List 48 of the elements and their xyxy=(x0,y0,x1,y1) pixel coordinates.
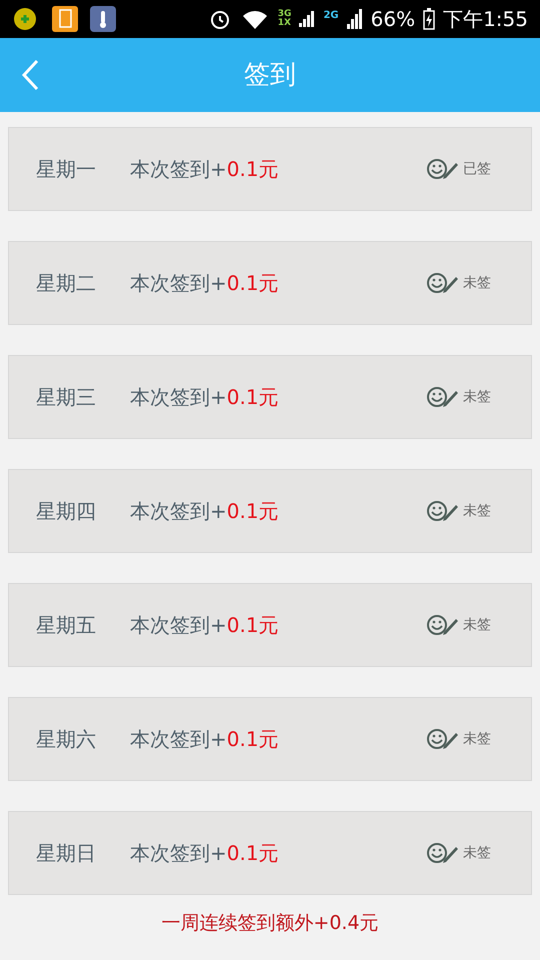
smiley-pencil-icon xyxy=(427,386,459,408)
reward-text: 本次签到+0.1元 xyxy=(130,612,279,639)
checkin-row[interactable]: 星期二 本次签到+0.1元 未签 xyxy=(8,241,532,325)
status-label: 未签 xyxy=(463,730,491,748)
thermometer-icon xyxy=(90,6,116,32)
day-label: 星期二 xyxy=(36,270,97,297)
checkin-row[interactable]: 星期六 本次签到+0.1元 未签 xyxy=(8,697,532,781)
day-label: 星期三 xyxy=(36,384,97,411)
signal-icon xyxy=(346,9,363,29)
back-icon xyxy=(21,59,39,91)
reward-text: 本次签到+0.1元 xyxy=(130,270,279,297)
network-label: 3G xyxy=(278,10,292,19)
network-label: 1X xyxy=(278,19,292,28)
checkin-row[interactable]: 星期四 本次签到+0.1元 未签 xyxy=(8,469,532,553)
status-label: 已签 xyxy=(463,160,491,178)
day-label: 星期六 xyxy=(36,726,97,753)
clock: 下午1:55 xyxy=(443,6,528,33)
day-label: 星期日 xyxy=(36,840,97,867)
smiley-pencil-icon xyxy=(427,842,459,864)
checkin-row[interactable]: 星期一 本次签到+0.1元 已签 xyxy=(8,127,532,211)
reward-text: 本次签到+0.1元 xyxy=(130,384,279,411)
reward-text: 本次签到+0.1元 xyxy=(130,156,279,183)
day-label: 星期四 xyxy=(36,498,97,525)
reward-text: 本次签到+0.1元 xyxy=(130,840,279,867)
battery-icon xyxy=(423,8,436,30)
network-label: 2G xyxy=(323,9,339,23)
smiley-pencil-icon xyxy=(427,500,459,522)
smiley-pencil-icon xyxy=(427,614,459,636)
status-label: 未签 xyxy=(463,274,491,292)
bonus-note: 一周连续签到额外+0.4元 xyxy=(161,911,379,936)
smiley-pencil-icon xyxy=(427,158,459,180)
checkin-row[interactable]: 星期三 本次签到+0.1元 未签 xyxy=(8,355,532,439)
signal-icon xyxy=(299,11,316,27)
reward-text: 本次签到+0.1元 xyxy=(130,498,279,525)
day-label: 星期五 xyxy=(36,612,97,639)
reward-text: 本次签到+0.1元 xyxy=(130,726,279,753)
status-label: 未签 xyxy=(463,616,491,634)
day-label: 星期一 xyxy=(36,156,97,183)
status-label: 未签 xyxy=(463,844,491,862)
checkin-row[interactable]: 星期日 本次签到+0.1元 未签 xyxy=(8,811,532,895)
battery-percent: 66% xyxy=(370,6,416,33)
status-label: 未签 xyxy=(463,388,491,406)
phone-icon xyxy=(52,6,78,32)
page-title: 签到 xyxy=(244,58,296,92)
smiley-pencil-icon xyxy=(427,272,459,294)
status-label: 未签 xyxy=(463,502,491,520)
smiley-pencil-icon xyxy=(427,728,459,750)
checkin-row[interactable]: 星期五 本次签到+0.1元 未签 xyxy=(8,583,532,667)
